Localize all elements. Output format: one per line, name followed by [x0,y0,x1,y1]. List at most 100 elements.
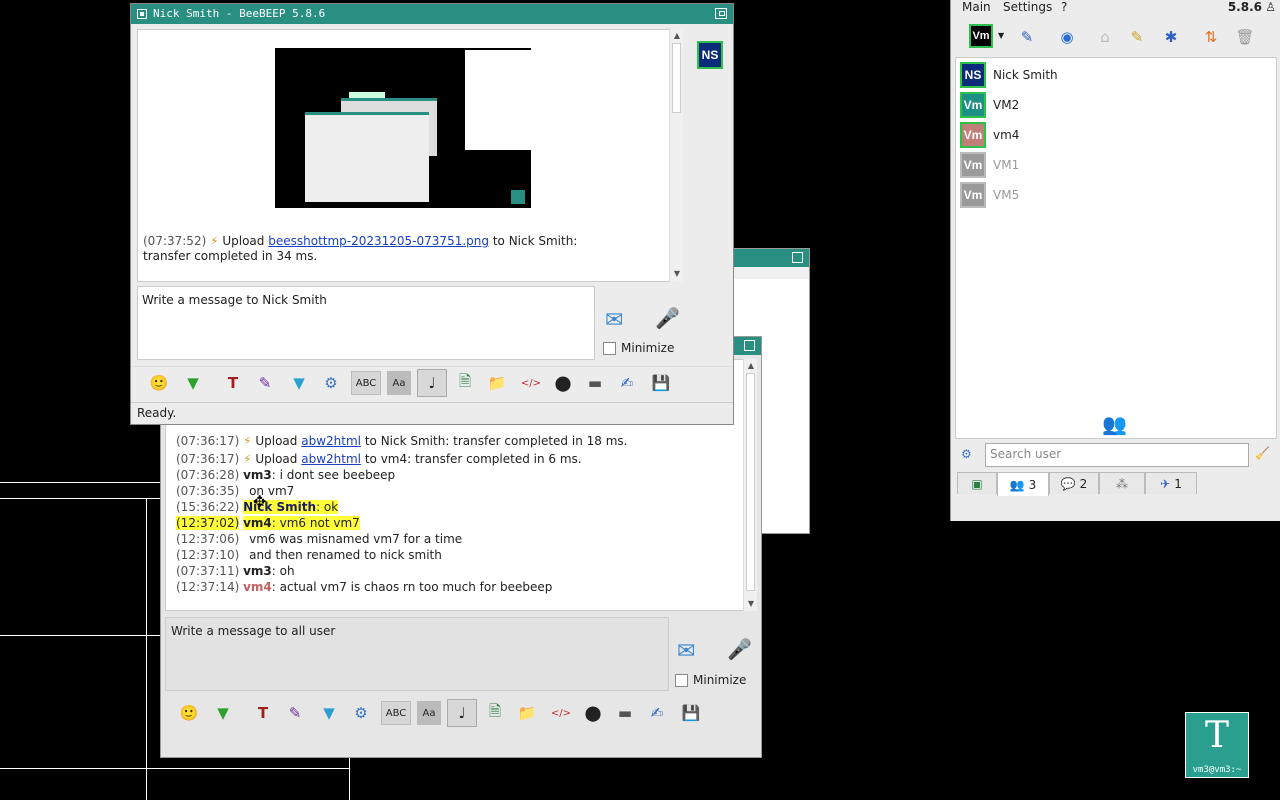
home-icon: ▣ [971,476,983,491]
screenshot-icon[interactable]: ⬤ [581,701,605,725]
shares-icon: ✈ [1160,476,1171,491]
user-avatar: Vm [960,122,986,148]
upload-icon: ⚡ [243,452,252,466]
network-icon[interactable]: ◉ [1055,25,1079,49]
chat-line: (12:37:02) vm4: vm6 not vm7 [176,516,360,530]
maximize-icon[interactable] [792,252,803,263]
tab-users[interactable]: 👥 3 [997,472,1049,496]
settings-icon[interactable]: ⚙ [349,701,373,725]
groups-icon: ⁂ [1116,476,1128,491]
save-chat-icon[interactable]: 🗎 [453,371,477,395]
search-input[interactable]: Search user [985,443,1249,467]
terminal-icon[interactable]: ▬ [583,371,607,395]
text-icon[interactable]: Aa [387,371,411,395]
color-icon[interactable]: ✎ [283,701,307,725]
microphone-icon[interactable]: 🎤 [655,306,680,336]
note-icon[interactable]: ♩ [417,369,447,397]
list-item[interactable]: NS Nick Smith [956,60,1276,90]
list-item[interactable]: Vm VM5 [956,180,1276,210]
terminal-desktop-icon[interactable]: T vm3@vm3:~ [1185,712,1249,778]
chat-line: (07:36:17) ⚡ Upload abw2html to Nick Smi… [176,434,628,448]
users-icon: 👥 [1009,477,1025,492]
bell-icon[interactable]: ▼ [211,701,235,725]
note-icon[interactable]: ♩ [447,699,477,727]
send-button[interactable]: ✉ [677,639,709,665]
maximize-icon[interactable] [715,8,727,19]
user-avatar: Vm [960,92,986,118]
microphone-icon[interactable]: 🎤 [727,637,752,667]
html-icon[interactable]: </> [519,371,543,395]
chat-scrollbar[interactable]: ▲ ▼ [669,29,683,282]
send-button[interactable]: ✉ [605,308,637,334]
chat-line: (07:36:17) ⚡ Upload abw2html to vm4: tra… [176,452,582,466]
screenshot-thumbnail[interactable] [275,48,531,208]
filter-icon[interactable]: ▼ [317,701,341,725]
window-title[interactable]: Nick Smith - BeeBEEP 5.8.6 [131,4,733,24]
private-chat-window[interactable]: Nick Smith - BeeBEEP 5.8.6 (07:37:52) ⚡ … [130,3,734,425]
upload-icon: ⚡ [243,434,252,448]
screenshot-icon[interactable]: ⬤ [551,371,575,395]
file-link[interactable]: abw2html [301,434,361,448]
main-toolbar: Vm ▼ ✎ ◉ ⌂ ✎ ✱ ⇅ 🗑 [951,20,1280,54]
status-avatar[interactable]: Vm [969,24,993,48]
notes-icon[interactable]: ✍ [615,371,639,395]
minimize-checkbox[interactable]: Minimize [603,341,674,355]
terminal-label: vm3@vm3:~ [1192,765,1242,775]
emoticon-icon[interactable]: 🙂 [147,371,171,395]
font-icon[interactable]: T [221,371,245,395]
file-link[interactable]: beesshottmp-20231205-073751.png [268,234,489,248]
menu-settings[interactable]: Settings [1003,0,1052,14]
chat-scrollbar[interactable]: ▲ ▼ [743,359,757,611]
update-icon[interactable]: ⇅ [1199,25,1223,49]
menu-main[interactable]: Main [962,0,991,14]
file-link[interactable]: abw2html [301,452,361,466]
filter-icon[interactable]: ▼ [287,371,311,395]
send-file-icon[interactable]: 📁 [485,371,509,395]
main-window[interactable]: Main Settings ? 5.8.6 ♙ Vm ▼ ✎ ◉ ⌂ ✎ ✱ ⇅… [950,0,1280,521]
tab-bar: ▣ 👥 3 💬 2 ⁂ ✈ 1 [955,472,1277,498]
tab-chats[interactable]: 💬 2 [1049,472,1099,494]
chat-toolbar: 🙂 ▼ T ✎ ▼ ⚙ ABC Aa ♩ 🗎 📁 </> ⬤ ▬ ✍ 💾 [161,695,761,731]
settings-icon[interactable]: ⚙ [319,371,343,395]
minimize-checkbox[interactable]: Minimize [675,673,746,687]
list-item[interactable]: Vm vm4 [956,120,1276,150]
chat-line: (12:37:10) and then renamed to nick smit… [176,548,442,562]
selection-line [0,768,350,769]
trash-icon[interactable]: 🗑 [1233,25,1257,49]
user-avatar: Vm [960,152,986,178]
terminal-icon: T [1204,715,1229,756]
message-input[interactable]: Write a message to Nick Smith [137,286,595,360]
home-icon[interactable]: ⌂ [1093,25,1117,49]
tab-users-left[interactable]: ▣ [957,472,997,494]
list-item[interactable]: Vm VM2 [956,90,1276,120]
maximize-icon[interactable] [744,340,755,351]
color-icon[interactable]: ✎ [253,371,277,395]
tools-icon[interactable]: ✱ [1159,25,1183,49]
list-item[interactable]: Vm VM1 [956,150,1276,180]
html-icon[interactable]: </> [549,701,573,725]
emoticon-icon[interactable]: 🙂 [177,701,201,725]
settings-icon[interactable]: ⚙ [961,447,972,461]
font-icon[interactable]: T [251,701,275,725]
edit-profile-icon[interactable]: ✎ [1015,25,1039,49]
clear-icon[interactable]: 🧹 [1255,446,1270,460]
terminal-icon[interactable]: ▬ [613,701,637,725]
spellcheck-icon[interactable]: ABC [381,701,411,725]
spellcheck-icon[interactable]: ABC [351,371,381,395]
chevron-down-icon[interactable]: ▼ [998,31,1004,40]
user-avatar: Vm [960,182,986,208]
text-icon[interactable]: Aa [417,701,441,725]
save-icon[interactable]: 💾 [679,701,703,725]
notes-icon[interactable]: ✍ [645,701,669,725]
bell-icon[interactable]: ▼ [181,371,205,395]
message-input[interactable]: Write a message to all user [165,617,669,691]
send-file-icon[interactable]: 📁 [515,701,539,725]
tab-groups[interactable]: ⁂ [1099,472,1145,494]
menu-help[interactable]: ? [1061,0,1067,14]
save-icon[interactable]: 💾 [649,371,673,395]
save-chat-icon[interactable]: 🗎 [483,701,507,725]
chat-line: (07:36:28) vm3: i dont see beebeep [176,468,396,482]
write-icon[interactable]: ✎ [1125,25,1149,49]
tab-shares[interactable]: ✈ 1 [1145,472,1197,494]
user-list: NS Nick Smith Vm VM2 Vm vm4 Vm VM1 Vm VM… [955,57,1277,439]
